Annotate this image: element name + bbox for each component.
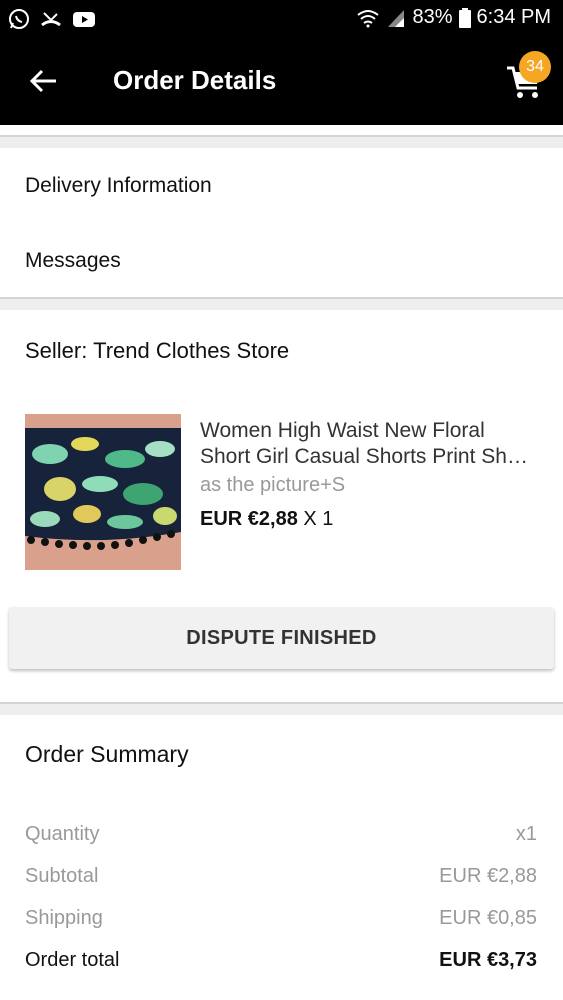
product-variant: as the picture+S xyxy=(200,474,346,496)
app-bar: Order Details 34 xyxy=(0,38,563,125)
order-summary-heading: Order Summary xyxy=(25,741,189,767)
divider xyxy=(0,702,563,704)
product-image[interactable] xyxy=(25,414,181,570)
product-title-line1: Women High Waist New Floral xyxy=(200,419,485,442)
messages-link[interactable]: Messages xyxy=(25,249,121,273)
clock: 6:34 PM xyxy=(476,6,551,28)
order-total-label: Order total xyxy=(25,949,120,971)
missed-call-icon xyxy=(41,12,61,27)
product-price: EUR €2,88 X 1 xyxy=(200,508,333,531)
links-card xyxy=(0,148,563,298)
divider xyxy=(0,135,563,137)
price-value: EUR €2,88 xyxy=(200,508,298,530)
product-title[interactable]: Women High Waist New Floral Short Girl C… xyxy=(200,418,540,470)
status-bar: 83% 6:34 PM xyxy=(0,0,563,38)
shipping-value: EUR €0,85 xyxy=(439,907,537,929)
subtotal-value: EUR €2,88 xyxy=(439,865,537,887)
product-title-line2: Short Girl Casual Shorts Print Sh… xyxy=(200,445,528,468)
seller-name[interactable]: Seller: Trend Clothes Store xyxy=(25,338,289,364)
delivery-information-link[interactable]: Delivery Information xyxy=(25,174,212,198)
quantity-label: Quantity xyxy=(25,823,100,845)
quantity-value: x1 xyxy=(515,823,537,845)
cart-badge: 34 xyxy=(519,51,551,83)
dispute-finished-button[interactable]: DISPUTE FINISHED xyxy=(9,607,554,669)
battery-percent: 83% xyxy=(412,6,453,28)
top-card-edge xyxy=(0,125,563,135)
shipping-label: Shipping xyxy=(25,907,103,929)
wifi-icon xyxy=(357,9,380,27)
quantity-value: X 1 xyxy=(303,508,334,530)
subtotal-label: Subtotal xyxy=(25,865,99,887)
back-arrow-icon[interactable] xyxy=(28,65,60,97)
youtube-icon xyxy=(73,12,95,27)
whatsapp-icon xyxy=(9,9,29,29)
signal-icon xyxy=(388,9,405,27)
divider xyxy=(0,297,563,299)
order-total-value: EUR €3,73 xyxy=(439,949,537,971)
page-title: Order Details xyxy=(113,65,277,95)
battery-icon xyxy=(458,7,471,28)
